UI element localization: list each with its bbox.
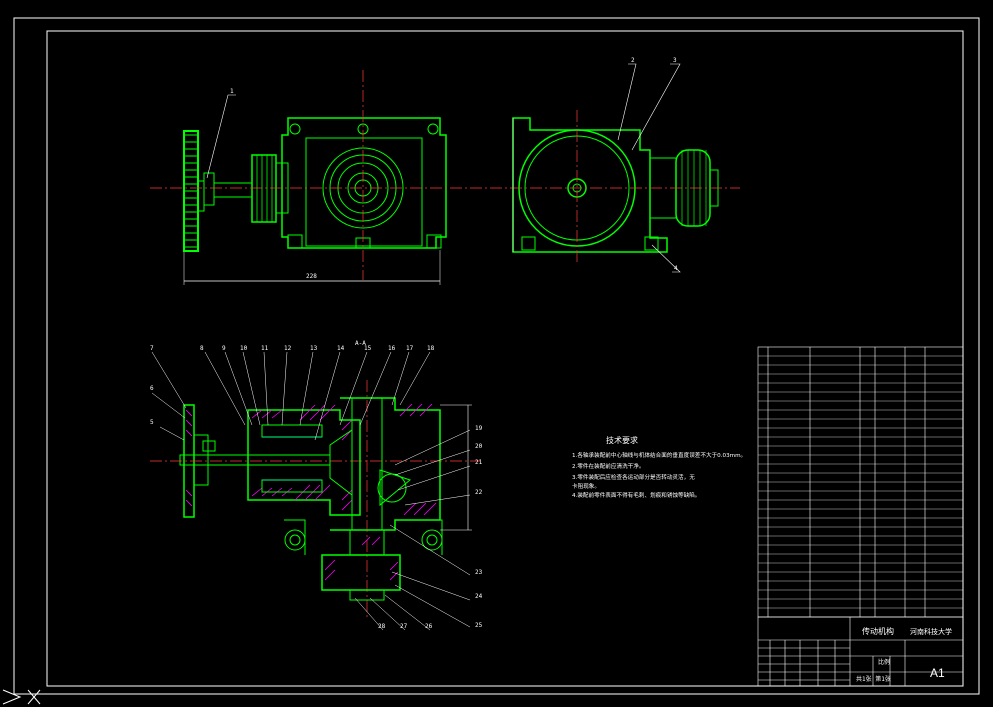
part-label-11: 11	[261, 345, 269, 352]
part-label-18: 18	[427, 345, 435, 352]
note-line-5: 4.装配前零件表面不得有毛刺、划痕和锈蚀等缺陷。	[572, 491, 700, 499]
section-view: A-A 5 6 7 8 9 10 11 12 13 14 15 16 17 18…	[150, 340, 483, 631]
note-line-3: 3.零件装配后应检查各运动部分是否转动灵活，无	[572, 473, 695, 481]
part-label-6: 6	[150, 385, 154, 392]
part-label-22: 22	[475, 489, 483, 496]
notes-title: 技术要求	[606, 435, 638, 445]
front-view: 228 1	[150, 70, 490, 285]
part-label-26: 26	[425, 623, 433, 630]
part-label-28: 28	[378, 623, 386, 630]
title-block-school: 河南科技大学	[910, 627, 952, 636]
part-label-23: 23	[475, 569, 483, 576]
part-label-25: 25	[475, 622, 483, 629]
part-label-5: 5	[150, 419, 154, 426]
title-block-scale-label: 比例	[878, 658, 890, 666]
part-label-15: 15	[364, 345, 372, 352]
part-label-20: 20	[475, 443, 483, 450]
note-line-4: 卡阻现象。	[572, 482, 600, 490]
part-label-21: 21	[475, 459, 483, 466]
cad-drawing-canvas: 228 1 2 3 4 A-A 5 6 7 8 9 10 11 12 13 14…	[2, 17, 980, 705]
technical-notes: 技术要求 1.各轴承装配前中心轴线与机体结合面的垂直度误差不大于0.03mm。 …	[572, 435, 746, 499]
parts-list-rows	[758, 355, 963, 609]
part-label-9: 9	[222, 345, 226, 352]
part-label-19: 19	[475, 425, 483, 432]
part-label-8: 8	[200, 345, 204, 352]
part-label-24: 24	[475, 593, 483, 600]
part-label-1: 1	[230, 88, 234, 95]
ucs-icon	[2, 689, 41, 705]
note-line-1: 1.各轴承装配前中心轴线与机体结合面的垂直度误差不大于0.03mm。	[572, 451, 746, 459]
part-label-13: 13	[310, 345, 318, 352]
sheet-size-label: A1	[930, 666, 945, 680]
part-label-4: 4	[674, 265, 678, 272]
part-label-3: 3	[673, 57, 677, 64]
part-label-16: 16	[388, 345, 396, 352]
part-label-2: 2	[631, 57, 635, 64]
title-block-title: 传动机构	[862, 626, 894, 636]
note-line-2: 2.零件在装配前应清洗干净。	[572, 462, 644, 470]
part-label-10: 10	[240, 345, 248, 352]
part-label-27: 27	[400, 623, 408, 630]
inner-frame	[46, 30, 964, 687]
part-label-14: 14	[337, 345, 345, 352]
title-block-sheet: 共1张 第1张	[856, 675, 891, 683]
part-label-17: 17	[406, 345, 414, 352]
dim-width-label: 228	[306, 273, 317, 280]
part-label-12: 12	[284, 345, 292, 352]
side-view: 2 3 4	[490, 57, 740, 273]
part-label-7: 7	[150, 345, 154, 352]
